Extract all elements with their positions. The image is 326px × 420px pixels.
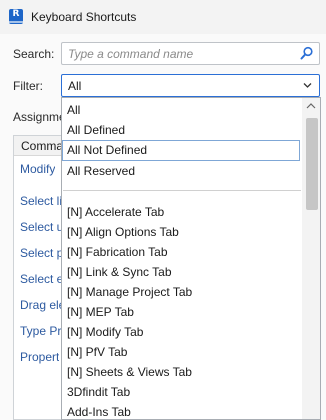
- filter-option[interactable]: [N] Sheets & Views Tab: [62, 362, 300, 382]
- table-row[interactable]: Select e: [20, 272, 63, 286]
- chevron-up-icon[interactable]: [306, 102, 316, 110]
- filter-option[interactable]: [N] Modify Tab: [62, 322, 300, 342]
- filter-option[interactable]: All: [62, 100, 300, 120]
- filter-label: Filter:: [13, 79, 43, 93]
- revit-app-icon: R: [9, 9, 23, 24]
- filter-option[interactable]: All Reserved: [62, 161, 300, 181]
- filter-option[interactable]: [N] MEP Tab: [62, 302, 300, 322]
- dropdown-scrollbar[interactable]: [302, 98, 320, 419]
- table-row[interactable]: Select li: [20, 194, 62, 208]
- table-row[interactable]: Drag ele: [20, 298, 65, 312]
- title-bar: R Keyboard Shortcuts: [0, 0, 326, 34]
- table-row[interactable]: Select p: [20, 246, 63, 260]
- search-placeholder: Type a command name: [68, 47, 194, 61]
- table-row[interactable]: Type Pr: [20, 324, 61, 338]
- app-icon-letter: R: [12, 9, 20, 19]
- window-title: Keyboard Shortcuts: [31, 10, 137, 24]
- search-input[interactable]: Type a command name: [61, 42, 320, 65]
- filter-option[interactable]: 3Dfindit Tab: [62, 382, 300, 402]
- filter-option[interactable]: [N] Accelerate Tab: [62, 202, 300, 222]
- filter-option[interactable]: [N] Link & Sync Tab: [62, 262, 300, 282]
- filter-selected-value: All: [68, 79, 82, 93]
- filter-option[interactable]: [N] Manage Project Tab: [62, 282, 300, 302]
- filter-option[interactable]: [N] Align Options Tab: [62, 222, 300, 242]
- chevron-down-icon[interactable]: [303, 82, 312, 89]
- command-column-header[interactable]: Comma: [14, 136, 62, 156]
- filter-option-hovered[interactable]: All Not Defined: [62, 140, 300, 161]
- table-row[interactable]: Select u: [20, 220, 63, 234]
- filter-select[interactable]: All: [61, 74, 320, 97]
- table-row[interactable]: Modify: [20, 162, 55, 176]
- filter-option[interactable]: [N] Fabrication Tab: [62, 242, 300, 262]
- table-row[interactable]: Propert: [20, 350, 59, 364]
- filter-option[interactable]: [N] PfV Tab: [62, 342, 300, 362]
- search-icon[interactable]: [300, 46, 314, 60]
- search-label: Search:: [13, 47, 55, 61]
- assignments-label: Assignme: [13, 110, 66, 124]
- filter-option[interactable]: All Defined: [62, 120, 300, 140]
- filter-dropdown-list[interactable]: All All Defined All Not Defined All Rese…: [61, 97, 321, 420]
- app-icon-underline: [9, 21, 23, 23]
- filter-option[interactable]: Add-Ins Tab: [62, 402, 300, 419]
- dropdown-separator: [63, 190, 301, 191]
- scrollbar-thumb[interactable]: [306, 118, 318, 210]
